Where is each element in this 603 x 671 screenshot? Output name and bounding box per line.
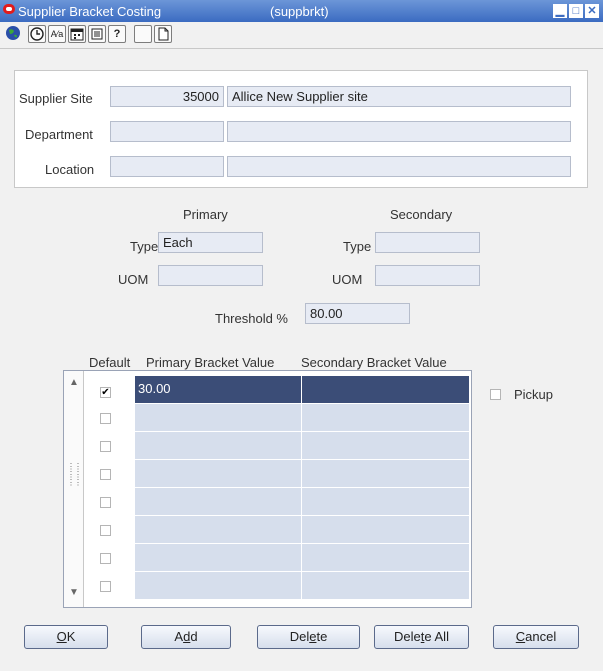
clock-icon[interactable] — [28, 25, 46, 43]
pickup-checkbox[interactable] — [490, 389, 501, 400]
scroll-down-icon[interactable]: ▼ — [66, 585, 82, 601]
find-icon[interactable]: A⁄a — [48, 25, 66, 43]
secondary-type-label: Type — [343, 239, 372, 254]
primary-bracket-cell[interactable] — [135, 516, 301, 544]
grid-scrollbar[interactable]: ▲ ⋮⋮ ⋮⋮ ⋮⋮ ▼ — [64, 371, 84, 607]
secondary-bracket-cell[interactable] — [302, 516, 469, 544]
checkbox-checked-icon[interactable]: ✔ — [100, 387, 111, 398]
delete-button[interactable]: Delete — [257, 625, 360, 649]
calendar-icon[interactable] — [68, 25, 86, 43]
secondary-uom-field[interactable] — [375, 265, 480, 286]
header-panel: Supplier Site 35000 Allice New Supplier … — [14, 70, 588, 188]
title-bar: Supplier Bracket Costing (suppbrkt) ▁ □ … — [0, 0, 603, 22]
supplier-site-name-field[interactable]: Allice New Supplier site — [227, 86, 571, 107]
secondary-bracket-cell[interactable] — [302, 572, 469, 600]
threshold-label: Threshold % — [215, 311, 288, 326]
primary-heading: Primary — [183, 207, 228, 222]
primary-bracket-cell[interactable] — [135, 572, 301, 600]
ok-button-text-rest: K — [66, 629, 76, 644]
help-icon[interactable]: ? — [108, 25, 126, 43]
add-button-text-rest: d — [190, 629, 198, 644]
secondary-uom-label: UOM — [332, 272, 363, 287]
supplier-bracket-costing-window: Supplier Bracket Costing (suppbrkt) ▁ □ … — [0, 0, 603, 671]
secondary-bracket-cell[interactable] — [302, 460, 469, 488]
default-checkbox[interactable]: ✔ — [96, 383, 115, 402]
oracle-logo-icon — [3, 4, 15, 14]
threshold-field[interactable]: 80.00 — [305, 303, 410, 324]
supplier-site-label: Supplier Site — [19, 91, 93, 106]
ok-button-mnemonic: O — [56, 629, 67, 644]
department-id-field[interactable] — [110, 121, 224, 142]
column-header-default: Default — [89, 355, 131, 370]
delete-button-text-rest: te — [316, 629, 328, 644]
primary-bracket-cell[interactable]: 30.00 — [135, 376, 301, 404]
default-checkbox[interactable] — [96, 409, 115, 428]
ok-button[interactable]: OK — [24, 625, 108, 649]
default-checkbox[interactable] — [96, 493, 115, 512]
default-checkbox[interactable] — [96, 549, 115, 568]
add-button-text: A — [174, 629, 184, 644]
blank-icon[interactable] — [134, 25, 152, 43]
scroll-up-icon[interactable]: ▲ — [66, 375, 82, 391]
pickup-label: Pickup — [514, 387, 554, 402]
primary-bracket-cell[interactable] — [135, 488, 301, 516]
primary-bracket-cell[interactable] — [135, 460, 301, 488]
delete-all-button-text-rest: e All — [424, 629, 449, 644]
secondary-bracket-cell[interactable] — [302, 488, 469, 516]
location-label: Location — [45, 162, 95, 177]
primary-type-field[interactable]: Each — [158, 232, 263, 253]
secondary-heading: Secondary — [390, 207, 453, 222]
delete-all-button-text: Dele — [394, 629, 421, 644]
delete-button-text: Del — [289, 629, 310, 644]
delete-all-button[interactable]: Delete All — [374, 625, 469, 649]
scroll-grip-icon[interactable]: ⋮⋮ ⋮⋮ ⋮⋮ — [66, 463, 82, 487]
default-checkbox[interactable] — [96, 437, 115, 456]
department-name-field[interactable] — [227, 121, 571, 142]
default-checkbox[interactable] — [96, 577, 115, 596]
primary-bracket-cell[interactable] — [135, 404, 301, 432]
default-checkbox[interactable] — [96, 465, 115, 484]
cancel-button-text-rest: ancel — [525, 629, 557, 644]
primary-bracket-cell[interactable] — [135, 432, 301, 460]
window-subtitle: (suppbrkt) — [270, 4, 329, 19]
column-header-primary-bracket-value: Primary Bracket Value — [146, 355, 275, 370]
add-button[interactable]: Add — [141, 625, 231, 649]
supplier-site-id-field[interactable]: 35000 — [110, 86, 224, 107]
secondary-bracket-cell[interactable] — [302, 404, 469, 432]
secondary-bracket-cell[interactable] — [302, 376, 469, 404]
maximize-icon[interactable]: □ — [569, 4, 583, 18]
globe-icon[interactable] — [4, 25, 22, 43]
location-id-field[interactable] — [110, 156, 224, 177]
primary-uom-field[interactable] — [158, 265, 263, 286]
primary-bracket-cell[interactable] — [135, 544, 301, 572]
close-icon[interactable]: ✕ — [585, 4, 599, 18]
secondary-bracket-cell[interactable] — [302, 544, 469, 572]
form-icon[interactable] — [88, 25, 106, 43]
column-header-secondary-bracket-value: Secondary Bracket Value — [301, 355, 447, 370]
toolbar: A⁄a ? — [0, 22, 603, 49]
default-checkbox[interactable] — [96, 521, 115, 540]
location-name-field[interactable] — [227, 156, 571, 177]
minimize-icon[interactable]: ▁ — [553, 4, 567, 18]
primary-uom-label: UOM — [118, 272, 149, 287]
cancel-button-mnemonic: C — [515, 629, 526, 644]
secondary-type-field[interactable] — [375, 232, 480, 253]
secondary-bracket-cell[interactable] — [302, 432, 469, 460]
new-doc-icon[interactable] — [154, 25, 172, 43]
cancel-button[interactable]: Cancel — [493, 625, 579, 649]
window-title: Supplier Bracket Costing — [18, 4, 162, 19]
department-label: Department — [25, 127, 93, 142]
primary-type-label: Type — [130, 239, 159, 254]
